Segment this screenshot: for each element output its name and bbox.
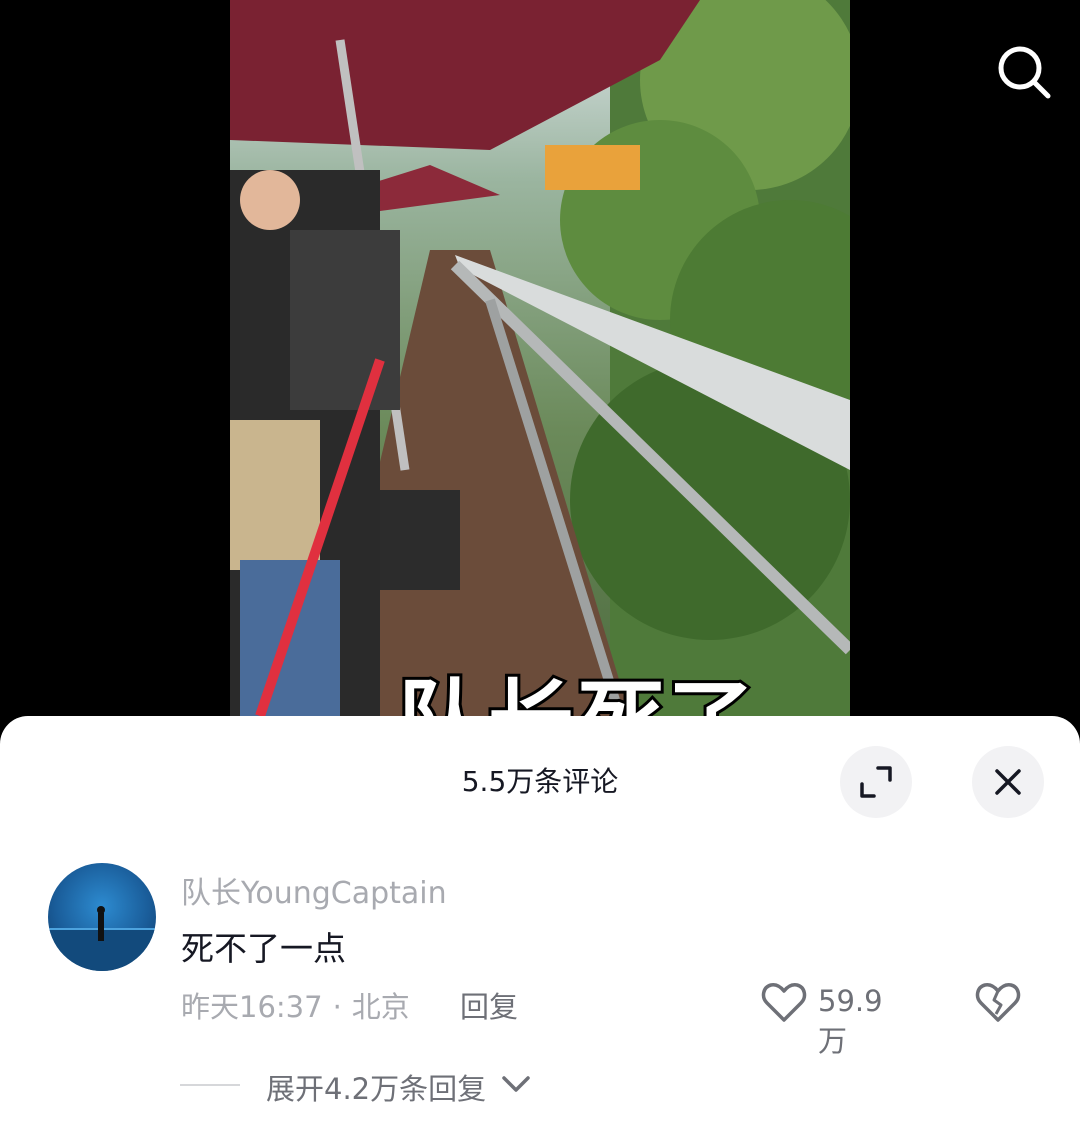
dislike-button[interactable]: [974, 978, 1022, 1026]
comment-location: 北京: [351, 990, 410, 1024]
chevron-down-icon: [502, 1076, 530, 1092]
video-scene: [230, 0, 850, 716]
like-count: 59.9万: [818, 984, 883, 1058]
broken-heart-icon: [975, 983, 1021, 1022]
close-icon: [995, 769, 1021, 795]
search-button[interactable]: [992, 40, 1056, 104]
comment-item: 队长YoungCaptain 死不了一点 昨天16:37 · 北京 回复 59.9万…: [0, 856, 1080, 1136]
reply-divider: [180, 1084, 240, 1086]
comment-text: 死不了一点: [181, 929, 346, 968]
reply-button[interactable]: 回复: [460, 984, 518, 1026]
like-button[interactable]: 59.9万: [760, 978, 910, 1058]
close-panel-button[interactable]: [972, 746, 1044, 818]
video-frame[interactable]: 队长死了: [230, 0, 850, 716]
avatar[interactable]: [48, 863, 156, 971]
video-player[interactable]: 队长死了: [0, 0, 1080, 720]
comments-count-title: 5.5万条评论: [461, 765, 619, 798]
comment-meta: 昨天16:37 · 北京: [181, 984, 410, 1026]
expand-icon: [860, 766, 892, 798]
avatar-image: [48, 906, 156, 971]
video-caption: 队长死了: [395, 650, 758, 716]
search-icon: [998, 46, 1051, 99]
comment-time: 昨天16:37: [181, 990, 323, 1024]
meta-separator: ·: [332, 990, 342, 1024]
heart-icon: [761, 983, 807, 1022]
expand-panel-button[interactable]: [840, 746, 912, 818]
comments-sheet: 5.5万条评论 队长YoungCaptain 死不了一点 昨天16:37 · 北京 …: [0, 716, 1080, 1136]
expand-replies-label: 展开4.2万条回复: [266, 1072, 487, 1106]
comment-username[interactable]: 队长YoungCaptain: [181, 868, 447, 912]
